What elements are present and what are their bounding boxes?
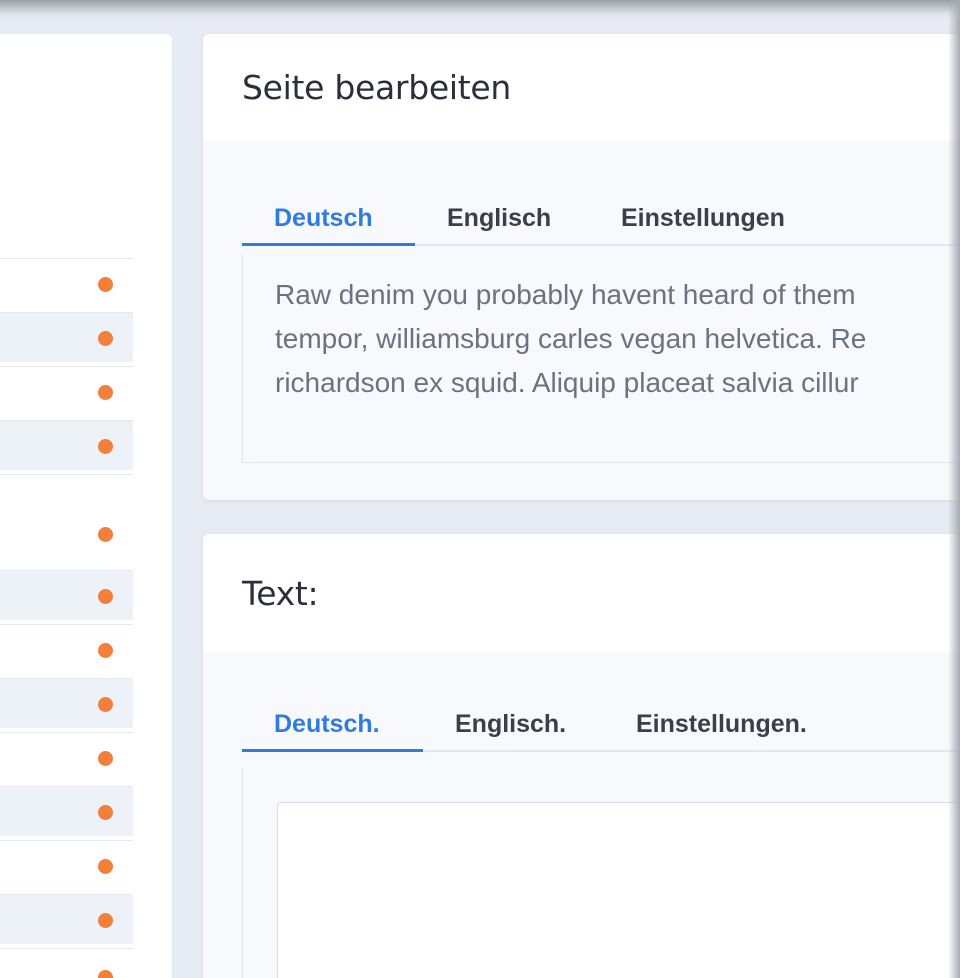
text-card: Text: Deutsch. Englisch. Einstellungen.: [203, 534, 960, 978]
status-dot-icon: [98, 858, 113, 874]
text-line: richardson ex squid. Aliquip placeat sal…: [275, 367, 859, 398]
card-header: Text:: [203, 534, 960, 652]
list-item[interactable]: [0, 786, 133, 836]
tab-content-panel: [242, 768, 960, 978]
active-tab-indicator: [242, 243, 415, 246]
edit-page-card: Seite bearbeiten Deutsch Englisch Einste…: [203, 34, 960, 500]
text-line: Raw denim you probably havent heard of t…: [275, 279, 856, 310]
list-item[interactable]: [0, 732, 133, 782]
tab-content-panel: Raw denim you probably havent heard of t…: [242, 255, 960, 463]
status-dot-icon: [98, 970, 113, 978]
active-tab-indicator: [242, 749, 423, 752]
list-item[interactable]: [0, 624, 133, 674]
status-dot-icon: [98, 696, 113, 712]
tab-content-text: Raw denim you probably havent heard of t…: [243, 255, 960, 405]
text-line: tempor, williamsburg carles vegan helvet…: [275, 323, 867, 354]
list-item[interactable]: [0, 894, 133, 944]
status-dot-icon: [98, 804, 113, 820]
list-item[interactable]: [0, 678, 133, 728]
text-editor[interactable]: [277, 802, 960, 978]
tab-englisch[interactable]: Englisch.: [455, 710, 566, 752]
status-dot-icon: [98, 276, 113, 292]
language-tabs: Deutsch Englisch Einstellungen: [242, 204, 960, 246]
status-dot-icon: [98, 750, 113, 766]
list-item[interactable]: [0, 840, 133, 890]
card-title: Text:: [242, 573, 319, 613]
tab-einstellungen[interactable]: Einstellungen: [621, 204, 785, 246]
tab-englisch[interactable]: Englisch: [447, 204, 551, 246]
page-list-panel: [0, 34, 172, 978]
status-dot-icon: [98, 588, 113, 604]
list-item[interactable]: [0, 258, 133, 308]
list-item[interactable]: [0, 570, 133, 620]
list-item[interactable]: [0, 312, 133, 362]
tab-einstellungen[interactable]: Einstellungen.: [636, 710, 807, 752]
tab-deutsch[interactable]: Deutsch.: [274, 710, 380, 752]
status-dot-icon: [98, 438, 113, 454]
status-dot-icon: [98, 912, 113, 928]
card-header: Seite bearbeiten: [203, 34, 960, 141]
tab-deutsch[interactable]: Deutsch: [274, 204, 373, 246]
status-dot-icon: [98, 384, 113, 400]
language-tabs: Deutsch. Englisch. Einstellungen.: [242, 710, 960, 752]
list-item[interactable]: [0, 366, 133, 416]
card-title: Seite bearbeiten: [242, 68, 511, 107]
status-dot-icon: [98, 642, 113, 658]
status-dot-icon: [98, 330, 113, 346]
window-right-shadow: [948, 0, 960, 978]
list-item[interactable]: [0, 948, 133, 978]
list-item[interactable]: [0, 420, 133, 470]
status-dot-icon: [98, 527, 113, 542]
list-item[interactable]: [0, 474, 133, 542]
app-window: Seite bearbeiten Deutsch Englisch Einste…: [0, 0, 960, 978]
window-top-shadow: [0, 0, 960, 20]
